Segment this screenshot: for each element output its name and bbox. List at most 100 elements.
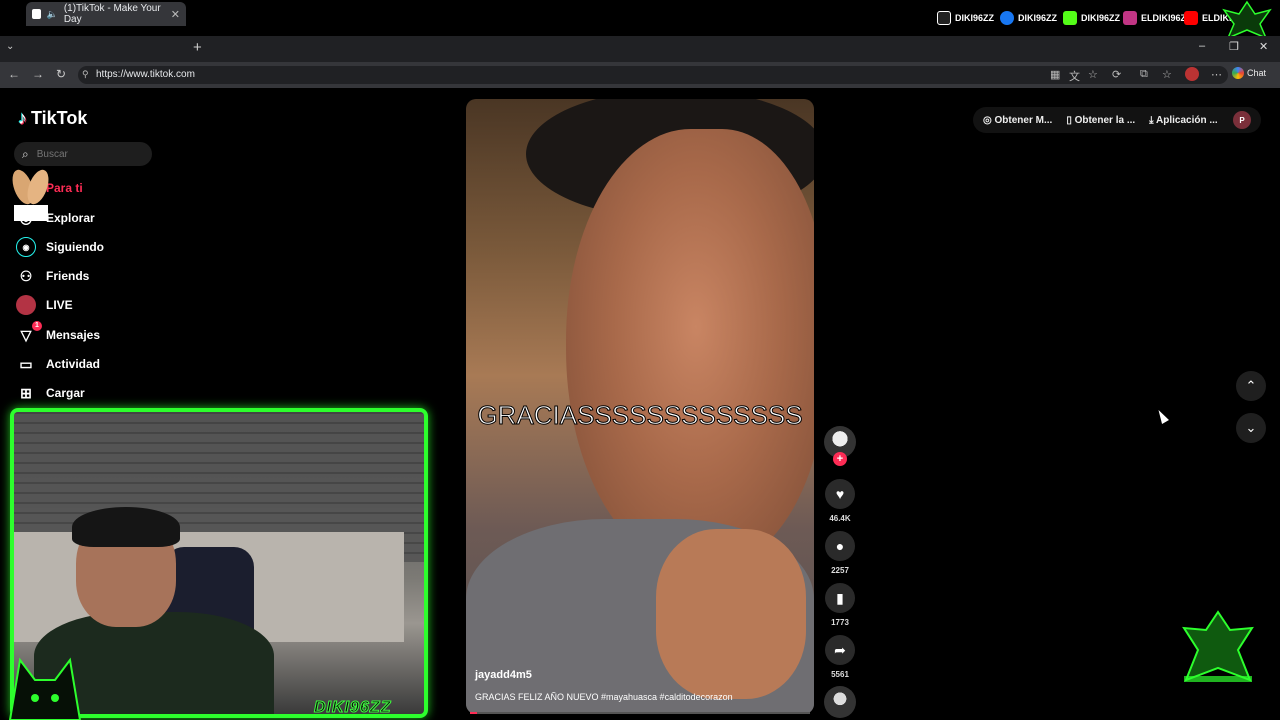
sidebar-item-live[interactable]: LIVE bbox=[16, 295, 73, 315]
comment-action[interactable]: ● 2257 bbox=[824, 531, 856, 575]
tiktok-note-icon: ♪ bbox=[18, 108, 27, 128]
copilot-icon bbox=[1232, 67, 1244, 79]
translate-icon[interactable]: 文 bbox=[1069, 68, 1080, 84]
video-caption-overlay: GRACIASSSSSSSSSSSSS bbox=[477, 400, 803, 431]
sidebar-item-label: Cargar bbox=[46, 386, 85, 400]
cat-mascot-icon bbox=[8, 657, 82, 720]
header-item-label: Obtener M... bbox=[994, 114, 1053, 126]
sidebar-item-label: Actividad bbox=[46, 357, 101, 371]
video-author[interactable]: jayadd4m5 bbox=[475, 669, 532, 681]
activity-icon: ▭ bbox=[19, 355, 33, 372]
social-kick: DIKI96ZZ bbox=[1063, 11, 1120, 25]
sidebar-item-actividad[interactable]: ▭ Actividad bbox=[16, 354, 100, 374]
close-window-button[interactable]: ✕ bbox=[1259, 40, 1268, 53]
extensions-icon[interactable]: ⟳ bbox=[1112, 68, 1121, 81]
bookmark-icon[interactable]: ▮ bbox=[825, 583, 855, 613]
previous-video-button[interactable]: ⌃ bbox=[1236, 371, 1266, 401]
next-video-button[interactable]: ⌄ bbox=[1236, 413, 1266, 443]
reload-button[interactable]: ↻ bbox=[56, 67, 66, 81]
header-item-label: Obtener la ... bbox=[1074, 114, 1136, 126]
search-box[interactable]: ⌕ bbox=[14, 142, 152, 166]
social-handle: DIKI96ZZ bbox=[1018, 13, 1058, 23]
favorite-star-icon[interactable]: ☆ bbox=[1088, 68, 1098, 81]
site-info-icon[interactable]: ⚲ bbox=[82, 69, 89, 80]
restore-button[interactable]: ❐ bbox=[1229, 40, 1239, 53]
sidebar-item-label: Friends bbox=[46, 269, 90, 283]
heart-icon[interactable]: ♥ bbox=[825, 479, 855, 509]
instagram-icon bbox=[1123, 11, 1137, 25]
profile-avatar-icon[interactable] bbox=[1185, 67, 1199, 81]
video-description: GRACIAS FELIZ AÑO NUEVO #mayahuasca #cal… bbox=[475, 692, 733, 702]
header-item-label: Aplicación ... bbox=[1156, 114, 1218, 126]
video-face bbox=[566, 129, 814, 569]
streamer-corner-logo bbox=[1182, 610, 1254, 682]
sidebar-item-label: Explorar bbox=[46, 211, 95, 225]
copilot-chat-button[interactable]: Chat bbox=[1232, 67, 1266, 79]
social-handle: DIKI96ZZ bbox=[955, 13, 995, 23]
social-handle: DIKI96ZZ bbox=[1081, 13, 1121, 23]
sidebar-item-explorar[interactable]: ◎ Explorar bbox=[16, 208, 95, 228]
youtube-icon bbox=[1184, 11, 1198, 25]
sound-avatar[interactable] bbox=[824, 686, 856, 718]
like-action[interactable]: ♥ 46.4K bbox=[824, 479, 856, 523]
comment-count: 2257 bbox=[831, 566, 849, 575]
speaker-icon[interactable]: 🔈 bbox=[47, 9, 58, 20]
sidebar-item-label: Mensajes bbox=[46, 328, 101, 342]
friends-icon: ⚇ bbox=[19, 267, 33, 284]
screen: DIKI96ZZ DIKI96ZZ DIKI96ZZ ELDIKI96ZZ EL… bbox=[0, 0, 1280, 720]
sidebar-item-mensajes[interactable]: ▽ 1 Mensajes bbox=[16, 321, 101, 345]
tab-list-chevron-icon[interactable]: ⌄ bbox=[6, 41, 14, 52]
comment-icon[interactable]: ● bbox=[825, 531, 855, 561]
social-instagram: ELDIKI96ZZ bbox=[1123, 11, 1192, 25]
video-progress-bar[interactable] bbox=[470, 712, 810, 714]
apps-icon[interactable]: ▦ bbox=[1050, 68, 1060, 81]
social-facebook: DIKI96ZZ bbox=[1000, 11, 1057, 25]
following-icon: ◉ bbox=[16, 237, 36, 257]
share-count: 5561 bbox=[831, 670, 849, 679]
browser-tab[interactable]: 🔈 (1)TikTok - Make Your Day ✕ bbox=[26, 2, 186, 26]
more-menu-icon[interactable]: ⋯ bbox=[1211, 68, 1222, 81]
profile-button[interactable]: P bbox=[1233, 111, 1251, 129]
facebook-icon bbox=[1000, 11, 1014, 25]
sidebar-item-label: LIVE bbox=[46, 298, 73, 312]
tiktok-favicon-icon bbox=[32, 9, 41, 19]
chat-label: Chat bbox=[1247, 68, 1267, 78]
webcam-person-hair bbox=[72, 507, 180, 547]
sidebar-item-siguiendo[interactable]: ◉ Siguiendo bbox=[16, 237, 104, 257]
minimize-button[interactable]: – bbox=[1199, 40, 1205, 52]
upload-icon: ⊞ bbox=[20, 384, 32, 401]
save-count: 1773 bbox=[831, 618, 849, 627]
sidebar-item-friends[interactable]: ⚇ Friends bbox=[16, 266, 90, 286]
search-input[interactable] bbox=[36, 148, 137, 160]
kick-icon bbox=[1063, 11, 1077, 25]
tab-bar bbox=[0, 36, 1280, 62]
favorites-icon[interactable]: ☆ bbox=[1162, 68, 1172, 81]
get-coins-button[interactable]: ◎ Obtener M... bbox=[983, 115, 1052, 126]
get-app-button[interactable]: ▯ Obtener la ... bbox=[1066, 115, 1135, 126]
compass-icon: ◎ bbox=[19, 209, 33, 226]
forward-button[interactable]: → bbox=[32, 67, 44, 81]
chevron-up-icon: ⌃ bbox=[1245, 378, 1257, 393]
sidebar-item-cargar[interactable]: ⊞ Cargar bbox=[16, 383, 85, 403]
url-text[interactable]: https://www.tiktok.com bbox=[96, 69, 195, 80]
share-arrow-icon[interactable]: ➦ bbox=[825, 635, 855, 665]
streamer-name: DIKI96ZZ bbox=[313, 699, 392, 717]
search-icon: ⌕ bbox=[22, 146, 29, 161]
message-badge: 1 bbox=[32, 321, 42, 331]
sidebar-item-label: Siguiendo bbox=[46, 240, 104, 254]
live-icon bbox=[16, 295, 36, 315]
split-screen-icon[interactable]: ⧉ bbox=[1140, 68, 1148, 81]
like-count: 46.4K bbox=[829, 514, 851, 523]
save-action[interactable]: ▮ 1773 bbox=[824, 583, 856, 627]
share-action[interactable]: ➦ 5561 bbox=[824, 635, 856, 679]
back-button[interactable]: ← bbox=[8, 67, 20, 81]
new-tab-button[interactable]: + bbox=[193, 39, 202, 56]
streamer-logo bbox=[1222, 0, 1272, 40]
tiktok-logo[interactable]: ♪ TikTok bbox=[18, 108, 87, 129]
close-tab-icon[interactable]: ✕ bbox=[171, 8, 180, 21]
desktop-app-button[interactable]: ⤓ Aplicación ... bbox=[1149, 115, 1218, 126]
social-tiktok: DIKI96ZZ bbox=[937, 11, 994, 25]
follow-plus-button[interactable]: + bbox=[833, 452, 847, 466]
header-actions: ◎ Obtener M... ▯ Obtener la ... ⤓ Aplica… bbox=[973, 107, 1261, 133]
brand-name: TikTok bbox=[31, 108, 88, 128]
